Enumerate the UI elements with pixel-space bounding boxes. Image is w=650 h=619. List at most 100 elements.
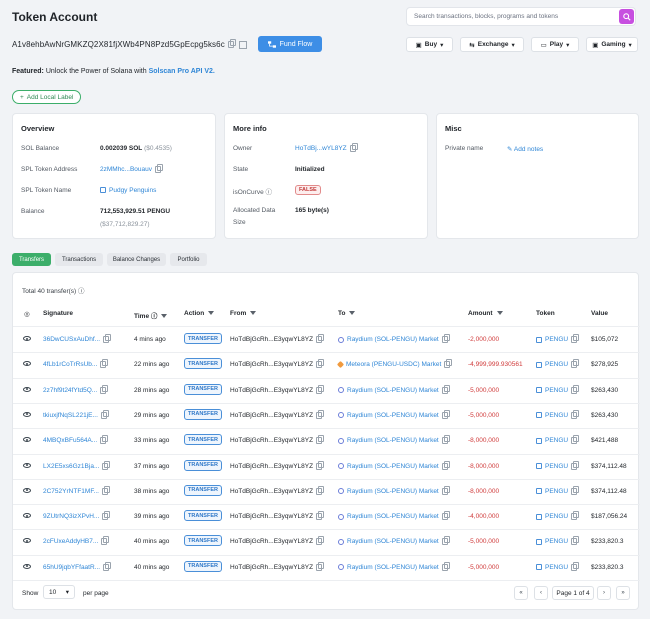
copy-icon[interactable] <box>316 409 325 419</box>
featured-link[interactable]: Solscan Pro API V2. <box>149 68 215 75</box>
filter-icon[interactable] <box>349 311 356 316</box>
token-link[interactable]: PENGU <box>545 564 568 571</box>
from-link[interactable]: HoTdBjGcRh...E3yqwYL8YZ <box>230 513 313 520</box>
spl-name-value[interactable]: Pudgy Penguins <box>100 187 156 194</box>
page-size-select[interactable]: 10 ▾ <box>43 585 75 599</box>
eye-icon[interactable] <box>23 336 31 341</box>
signature-link[interactable]: 4fLb1rCoTrRsUb... <box>43 362 97 369</box>
signature-link[interactable]: LX2E5xs6Gz1Bja... <box>43 463 99 470</box>
token-link[interactable]: PENGU <box>545 539 568 546</box>
from-cell[interactable]: HoTdBjGcRh...E3yqwYL8YZ <box>230 409 325 419</box>
to-cell[interactable]: Raydium (SOL-PENGU) Market <box>338 460 450 470</box>
eye-icon[interactable] <box>23 437 31 443</box>
eye-icon[interactable] <box>23 513 31 519</box>
signature-cell[interactable]: 9ZUtrNQ3izXPvH... <box>43 511 111 520</box>
filter-icon[interactable] <box>496 311 503 316</box>
from-cell[interactable]: HoTdBjGcRh...E3yqwYL8YZ <box>230 460 325 470</box>
spl-address-value[interactable]: 2zMMhc...Bouauv <box>100 164 164 173</box>
copy-icon[interactable] <box>100 435 109 445</box>
copy-icon[interactable] <box>102 460 111 470</box>
add-notes-link[interactable]: ✎ Add notes <box>507 145 543 153</box>
token-cell[interactable]: PENGU <box>536 536 580 546</box>
search-input[interactable]: Search transactions, blocks, programs an… <box>414 13 558 20</box>
signature-link[interactable]: 9ZUtrNQ3izXPvH... <box>43 513 99 520</box>
signature-cell[interactable]: 65hU9jqbYFfaatR... <box>43 561 112 571</box>
signature-link[interactable]: 2cFUxeAddyHB7... <box>43 539 98 546</box>
copy-icon[interactable] <box>571 460 580 470</box>
to-link[interactable]: Raydium (SOL-PENGU) Market <box>347 336 439 343</box>
from-cell[interactable]: HoTdBjGcRh...E3yqwYL8YZ <box>230 334 325 343</box>
copy-icon[interactable] <box>571 359 580 369</box>
signature-link[interactable]: 2z7hf9t24fYtd5Q... <box>43 387 97 394</box>
from-link[interactable]: HoTdBjGcRh...E3yqwYL8YZ <box>230 387 313 394</box>
copy-icon[interactable] <box>441 511 450 521</box>
from-link[interactable]: HoTdBjGcRh...E3yqwYL8YZ <box>230 336 313 343</box>
token-link[interactable]: PENGU <box>545 362 568 369</box>
tab-transfers[interactable]: Transfers <box>12 253 51 266</box>
from-cell[interactable]: HoTdBjGcRh...E3yqwYL8YZ <box>230 359 325 369</box>
copy-icon[interactable] <box>316 561 325 571</box>
copy-icon[interactable] <box>316 460 325 470</box>
from-link[interactable]: HoTdBjGcRh...E3yqwYL8YZ <box>230 539 313 546</box>
copy-icon[interactable] <box>155 164 164 173</box>
to-cell[interactable]: Raydium (SOL-PENGU) Market <box>338 384 450 394</box>
copy-icon[interactable] <box>103 561 112 571</box>
token-cell[interactable]: PENGU <box>536 561 580 571</box>
token-link[interactable]: PENGU <box>545 437 568 444</box>
token-link[interactable]: PENGU <box>545 513 568 520</box>
copy-icon[interactable] <box>349 143 358 152</box>
copy-icon[interactable] <box>100 384 109 394</box>
to-cell[interactable]: Meteora (PENGU-USDC) Market <box>336 359 453 369</box>
copy-icon[interactable] <box>441 561 450 571</box>
search-button[interactable] <box>619 9 634 24</box>
eye-icon[interactable] <box>23 411 31 417</box>
copy-icon[interactable] <box>101 536 110 546</box>
qr-code-icon[interactable] <box>238 40 247 49</box>
gaming-button[interactable]: ▣ Gaming ▾ <box>586 37 638 52</box>
fund-flow-button[interactable]: Fund Flow <box>258 36 322 52</box>
add-local-label-button[interactable]: + Add Local Label <box>12 90 82 104</box>
copy-icon[interactable] <box>571 511 580 521</box>
tab-transactions[interactable]: Transactions <box>55 253 103 266</box>
copy-icon[interactable] <box>102 485 110 495</box>
to-link[interactable]: Raydium (SOL-PENGU) Market <box>347 513 439 520</box>
token-cell[interactable]: PENGU <box>536 511 580 521</box>
token-link[interactable]: PENGU <box>545 463 568 470</box>
token-link[interactable]: PENGU <box>545 412 568 419</box>
to-link[interactable]: Meteora (PENGU-USDC) Market <box>346 362 441 369</box>
token-cell[interactable]: PENGU <box>536 435 580 445</box>
buy-button[interactable]: ▣ Buy ▾ <box>406 37 453 52</box>
col-from[interactable]: From <box>230 310 257 317</box>
copy-icon[interactable] <box>316 536 325 546</box>
copy-icon[interactable] <box>227 39 236 49</box>
owner-value[interactable]: HoTdBj...wYL8YZ <box>295 143 358 152</box>
copy-icon[interactable] <box>441 334 450 343</box>
copy-icon[interactable] <box>444 359 453 369</box>
token-cell[interactable]: PENGU <box>536 359 580 369</box>
token-cell[interactable]: PENGU <box>536 460 580 470</box>
col-amount[interactable]: Amount <box>468 310 503 317</box>
copy-icon[interactable] <box>571 334 580 343</box>
tab-portfolio[interactable]: Portfolio <box>170 253 207 266</box>
to-link[interactable]: Raydium (SOL-PENGU) Market <box>347 387 439 394</box>
token-link[interactable]: PENGU <box>545 488 568 495</box>
from-cell[interactable]: HoTdBjGcRh...E3yqwYL8YZ <box>230 511 325 520</box>
next-page-button[interactable]: › <box>597 586 611 600</box>
eye-icon[interactable] <box>23 487 31 493</box>
from-link[interactable]: HoTdBjGcRh...E3yqwYL8YZ <box>230 488 313 495</box>
filter-icon[interactable] <box>208 311 215 316</box>
spl-address-link[interactable]: 2zMMhc...Bouauv <box>100 166 152 173</box>
to-link[interactable]: Raydium (SOL-PENGU) Market <box>347 564 439 571</box>
col-time[interactable]: Time ⓘ <box>134 310 168 320</box>
from-link[interactable]: HoTdBjGcRh...E3yqwYL8YZ <box>230 564 313 571</box>
eye-icon[interactable] <box>23 538 31 544</box>
token-link[interactable]: PENGU <box>545 336 568 343</box>
from-link[interactable]: HoTdBjGcRh...E3yqwYL8YZ <box>230 362 313 369</box>
copy-icon[interactable] <box>100 359 109 369</box>
from-link[interactable]: HoTdBjGcRh...E3yqwYL8YZ <box>230 412 313 419</box>
signature-cell[interactable]: 2z7hf9t24fYtd5Q... <box>43 384 109 394</box>
copy-icon[interactable] <box>571 435 580 445</box>
play-button[interactable]: ▭ Play ▾ <box>531 37 579 52</box>
copy-icon[interactable] <box>103 334 112 343</box>
copy-icon[interactable] <box>316 359 325 369</box>
